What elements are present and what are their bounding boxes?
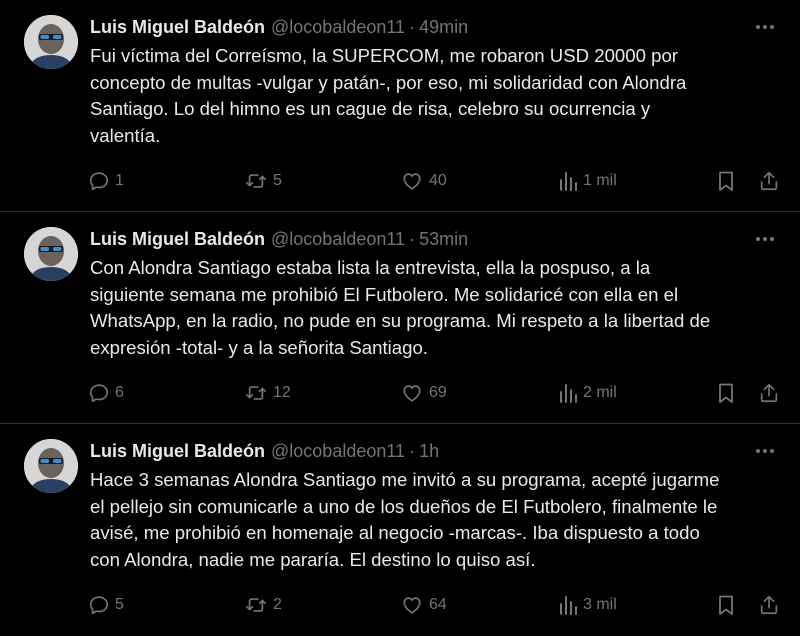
reply-button[interactable]: 6 <box>88 378 124 408</box>
retweet-count: 12 <box>273 384 291 401</box>
heart-icon <box>400 382 424 404</box>
tweet[interactable]: Luis Miguel Baldeón @locobaldeon11 · 49m… <box>0 0 800 212</box>
tweet-text: Hace 3 semanas Alondra Santiago me invit… <box>90 469 720 570</box>
retweet-icon <box>244 170 268 192</box>
timestamp[interactable]: 53min <box>419 229 468 250</box>
more-dots-icon[interactable] <box>750 439 780 463</box>
reply-count: 5 <box>115 596 124 613</box>
reply-count: 6 <box>115 384 124 401</box>
tweet-actions: 5 2 64 3 mil <box>88 590 782 620</box>
tweet-actions: 1 5 40 1 mil <box>88 166 782 196</box>
bar-chart-icon <box>558 382 578 404</box>
share-upload-icon <box>758 170 780 192</box>
tweet-text: Con Alondra Santiago estaba lista la ent… <box>90 257 711 358</box>
tweet-header: Luis Miguel Baldeón @locobaldeon11 · 53m… <box>90 226 780 252</box>
bookmark-icon <box>716 382 736 404</box>
views-button[interactable]: 3 mil <box>558 590 617 620</box>
bookmark-button[interactable] <box>716 166 736 196</box>
tweet-feed: Luis Miguel Baldeón @locobaldeon11 · 49m… <box>0 0 800 631</box>
share-upload-icon <box>758 594 780 616</box>
like-button[interactable]: 40 <box>400 166 447 196</box>
author-name[interactable]: Luis Miguel Baldeón <box>90 441 265 462</box>
like-count: 64 <box>429 596 447 613</box>
reply-button[interactable]: 5 <box>88 590 124 620</box>
views-count: 3 mil <box>583 596 617 613</box>
author-handle[interactable]: @locobaldeon11 <box>271 17 405 38</box>
tweet-header: Luis Miguel Baldeón @locobaldeon11 · 1h <box>90 438 780 464</box>
heart-icon <box>400 170 424 192</box>
retweet-icon <box>244 594 268 616</box>
retweet-count: 5 <box>273 172 282 189</box>
author-handle[interactable]: @locobaldeon11 <box>271 441 405 462</box>
author-name[interactable]: Luis Miguel Baldeón <box>90 229 265 250</box>
reply-button[interactable]: 1 <box>88 166 124 196</box>
share-button[interactable] <box>758 378 780 408</box>
like-count: 40 <box>429 172 447 189</box>
tweet-actions: 6 12 69 2 mil <box>88 378 782 408</box>
reply-bubble-icon <box>88 594 110 616</box>
bookmark-button[interactable] <box>716 590 736 620</box>
author-handle[interactable]: @locobaldeon11 <box>271 229 405 250</box>
retweet-button[interactable]: 12 <box>244 378 291 408</box>
tweet-text: Fui víctima del Correísmo, la SUPERCOM, … <box>90 45 687 146</box>
retweet-count: 2 <box>273 596 282 613</box>
retweet-button[interactable]: 5 <box>244 166 282 196</box>
like-button[interactable]: 64 <box>400 590 447 620</box>
tweet-header: Luis Miguel Baldeón @locobaldeon11 · 49m… <box>90 14 780 40</box>
timestamp[interactable]: 1h <box>419 441 439 462</box>
reply-count: 1 <box>115 172 124 189</box>
like-count: 69 <box>429 384 447 401</box>
share-button[interactable] <box>758 166 780 196</box>
views-button[interactable]: 2 mil <box>558 378 617 408</box>
heart-icon <box>400 594 424 616</box>
retweet-icon <box>244 382 268 404</box>
separator-dot: · <box>409 440 416 461</box>
avatar[interactable] <box>24 15 78 69</box>
bookmark-icon <box>716 594 736 616</box>
avatar[interactable] <box>24 227 78 281</box>
timestamp[interactable]: 49min <box>419 17 468 38</box>
views-count: 1 mil <box>583 172 617 189</box>
share-upload-icon <box>758 382 780 404</box>
bar-chart-icon <box>558 170 578 192</box>
bar-chart-icon <box>558 594 578 616</box>
bookmark-icon <box>716 170 736 192</box>
retweet-button[interactable]: 2 <box>244 590 282 620</box>
tweet[interactable]: Luis Miguel Baldeón @locobaldeon11 · 53m… <box>0 212 800 424</box>
avatar[interactable] <box>24 439 78 493</box>
author-name[interactable]: Luis Miguel Baldeón <box>90 17 265 38</box>
reply-bubble-icon <box>88 170 110 192</box>
more-dots-icon[interactable] <box>750 227 780 251</box>
more-dots-icon[interactable] <box>750 15 780 39</box>
reply-bubble-icon <box>88 382 110 404</box>
like-button[interactable]: 69 <box>400 378 447 408</box>
views-button[interactable]: 1 mil <box>558 166 617 196</box>
share-button[interactable] <box>758 590 780 620</box>
separator-dot: · <box>409 228 416 249</box>
tweet[interactable]: Luis Miguel Baldeón @locobaldeon11 · 1h … <box>0 424 800 636</box>
bookmark-button[interactable] <box>716 378 736 408</box>
views-count: 2 mil <box>583 384 617 401</box>
separator-dot: · <box>409 16 416 37</box>
